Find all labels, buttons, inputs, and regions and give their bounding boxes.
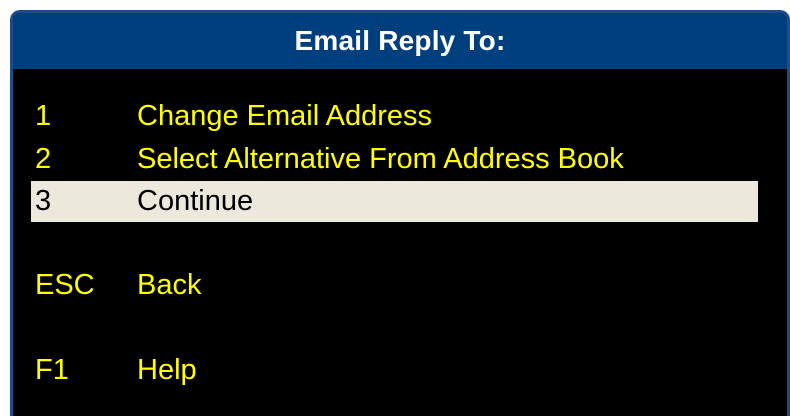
- menu-item-label: Select Alternative From Address Book: [137, 143, 624, 175]
- menu-item-label: Change Email Address: [137, 100, 432, 132]
- menu-item-key: ESC: [35, 269, 95, 301]
- menu-item-help[interactable]: F1 Help: [31, 349, 759, 392]
- dialog-title: Email Reply To:: [13, 13, 787, 69]
- menu-spacer: [31, 307, 759, 349]
- menu-item-change-email-address[interactable]: 1 Change Email Address: [31, 95, 759, 138]
- options-menu: 1 Change Email Address 2 Select Alternat…: [31, 95, 759, 392]
- menu-spacer: [31, 222, 759, 264]
- menu-item-label: Back: [137, 269, 202, 301]
- menu-item-key: 3: [35, 185, 52, 217]
- email-reply-to-dialog: Email Reply To: 1 Change Email Address 2…: [10, 10, 790, 416]
- menu-item-continue[interactable]: 3 Continue: [31, 181, 758, 222]
- menu-item-back[interactable]: ESC Back: [31, 264, 759, 307]
- menu-item-key: 1: [35, 100, 52, 132]
- menu-item-key: F1: [35, 354, 69, 386]
- menu-item-select-alternative-address[interactable]: 2 Select Alternative From Address Book: [31, 138, 759, 181]
- menu-item-label: Help: [137, 354, 197, 386]
- menu-item-key: 2: [35, 143, 52, 175]
- menu-item-label: Continue: [137, 185, 254, 217]
